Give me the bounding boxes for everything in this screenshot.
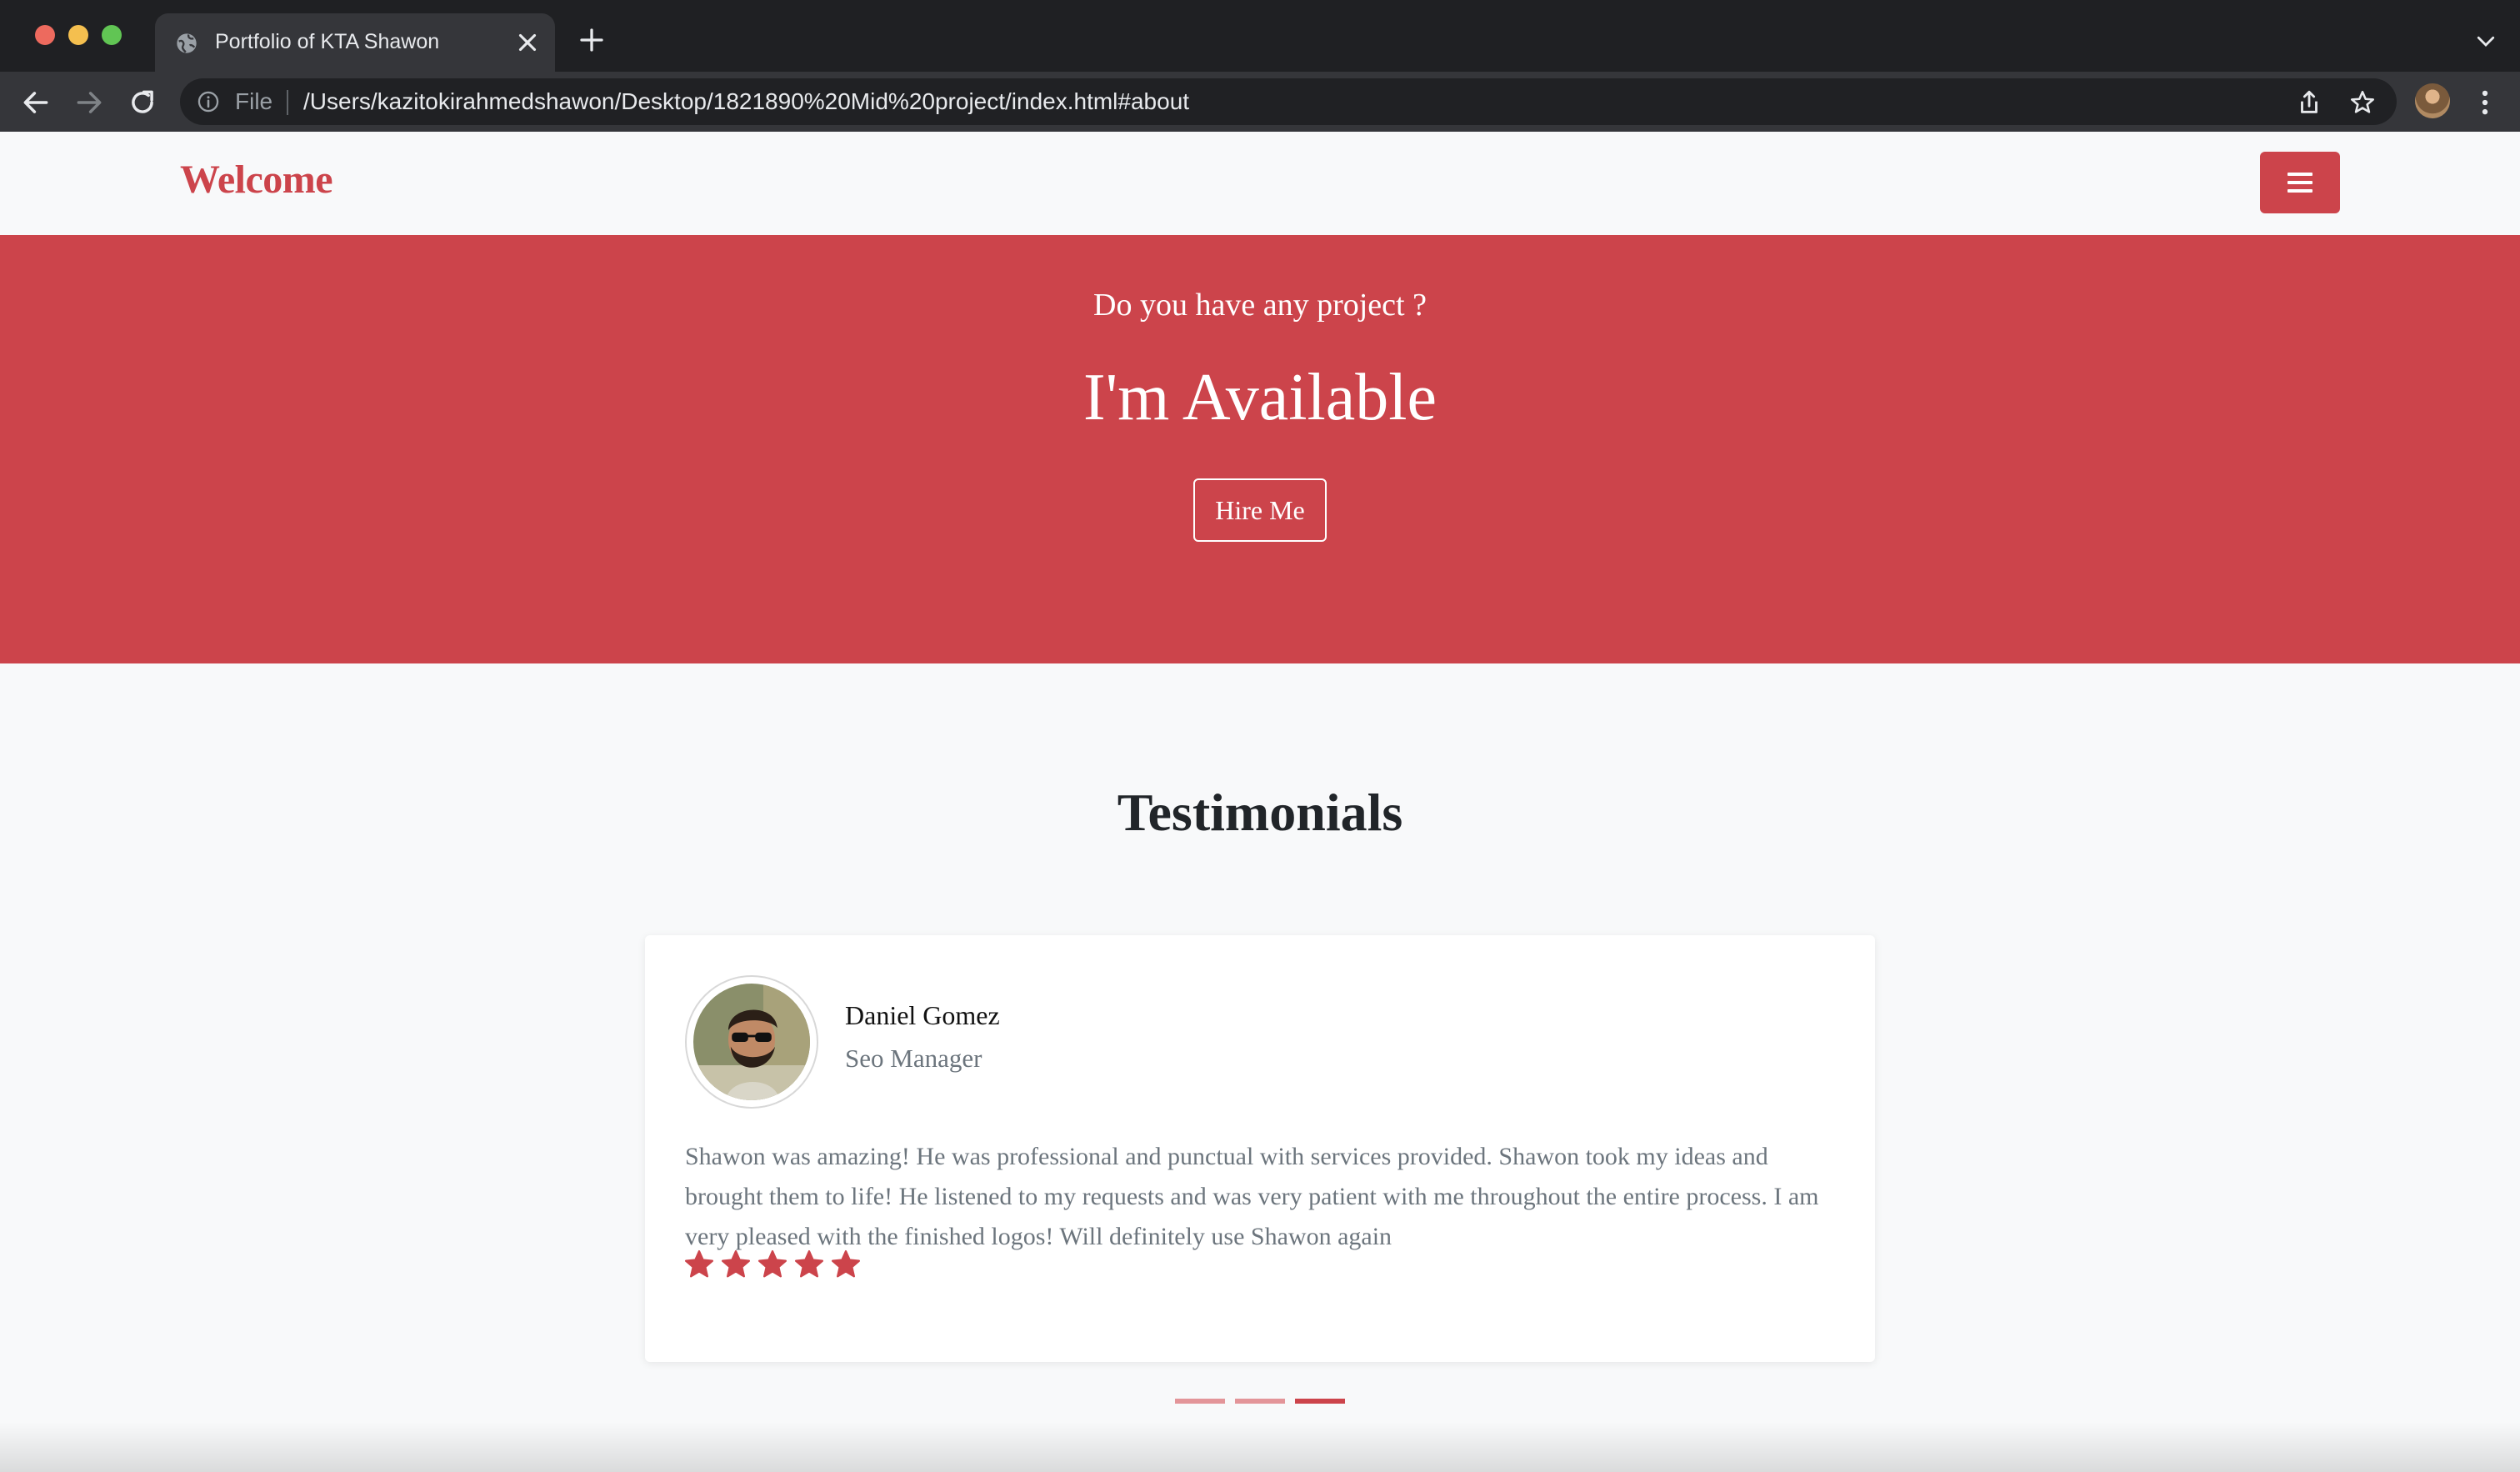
minimize-window-button[interactable] [68,25,88,45]
profile-avatar[interactable] [2415,83,2450,118]
info-icon[interactable] [197,90,220,113]
share-icon[interactable] [2295,88,2323,117]
close-icon[interactable] [513,28,542,57]
browser-tab-active[interactable]: Portfolio of KTA Shawon [155,13,555,72]
maximize-window-button[interactable] [102,25,122,45]
site-navbar: Welcome [0,132,2520,235]
browser-tab-bar: Portfolio of KTA Shawon [0,0,2520,72]
star-icon [758,1249,788,1278]
hero-subtitle: Do you have any project ? [1093,288,1427,323]
more-options-icon[interactable] [2473,87,2497,118]
address-bar[interactable]: File /Users/kazitokirahmedshawon/Desktop… [180,78,2397,125]
star-icon [721,1249,751,1278]
reviewer-role: Seo Manager [845,1044,982,1073]
carousel-indicator-3[interactable] [1295,1399,1345,1404]
bookmark-star-icon[interactable] [2348,88,2377,117]
menu-toggle-button[interactable] [2260,152,2340,213]
url-separator [287,90,288,115]
hire-me-button[interactable]: Hire Me [1193,478,1327,542]
star-icon [794,1249,824,1278]
globe-icon [177,33,197,53]
star-icon [684,1249,714,1278]
section-heading: Testimonials [1117,783,1403,842]
reviewer-name: Daniel Gomez [845,1000,1000,1030]
url-scheme-label: File [235,88,273,114]
testimonial-card: Daniel Gomez Seo Manager Shawon was amaz… [645,935,1875,1362]
brand-logo-text[interactable]: Welcome [180,157,333,203]
testimonial-quote: Shawon was amazing! He was professional … [685,1143,1819,1250]
avatar [685,975,818,1109]
forward-arrow-icon[interactable] [73,87,105,118]
star-icon [831,1249,861,1278]
close-window-button[interactable] [35,25,55,45]
carousel-indicator-2[interactable] [1235,1399,1285,1404]
avatar-photo [693,984,810,1100]
hamburger-icon [2288,173,2312,193]
reload-icon[interactable] [127,87,158,118]
hire-banner: Do you have any project ? I'm Available … [0,235,2520,663]
back-arrow-icon[interactable] [20,87,52,118]
star-rating [683,1249,862,1280]
carousel-indicators [1175,1399,1345,1404]
chevron-down-icon[interactable] [2473,28,2498,53]
carousel-indicator-1[interactable] [1175,1399,1225,1404]
tab-title: Portfolio of KTA Shawon [215,30,440,53]
url-text[interactable]: /Users/kazitokirahmedshawon/Desktop/1821… [303,87,1189,117]
browser-toolbar: File /Users/kazitokirahmedshawon/Desktop… [0,72,2520,132]
plus-icon[interactable] [577,25,607,55]
page-viewport: Welcome Do you have any project ? I'm Av… [0,132,2520,1472]
bottom-fade [0,1422,2520,1472]
hero-title: I'm Available [1083,361,1437,434]
